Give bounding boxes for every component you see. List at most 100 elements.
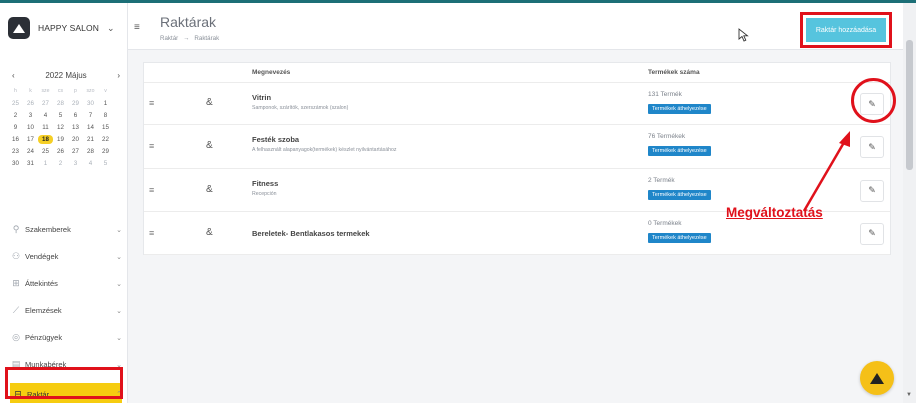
calendar-day[interactable]: 20 — [68, 135, 83, 144]
calendar-day[interactable]: 19 — [53, 135, 68, 144]
calendar-day[interactable]: 6 — [68, 111, 83, 120]
calendar-day[interactable]: 27 — [38, 99, 53, 108]
person-icon: ⚲ — [12, 224, 20, 234]
calendar-day-selected[interactable]: 18 — [38, 135, 53, 144]
calendar-day[interactable]: 22 — [98, 135, 113, 144]
product-count: 131 Termék — [648, 91, 682, 98]
calendar-day[interactable]: 30 — [8, 159, 23, 168]
coin-icon: ◎ — [12, 332, 20, 342]
calendar-grid: h k sze cs p szo v 25 26 27 28 29 30 1 2 3 4 5 6 7 8 9 10 11 12 1… — [8, 87, 124, 168]
sidebar-item-elemzések[interactable]: ⟋ Elemzések ⌄ — [10, 297, 122, 324]
calendar-day[interactable]: 11 — [38, 123, 53, 132]
warehouse-name: Festék szoba — [252, 135, 300, 144]
calendar-day[interactable]: 17 — [23, 135, 38, 144]
calendar-day[interactable]: 1 — [38, 159, 53, 168]
edit-button[interactable]: ✎ — [860, 179, 884, 202]
calendar-day[interactable]: 10 — [23, 123, 38, 132]
weekday-label: sze — [41, 88, 50, 94]
drag-handle-icon[interactable]: ≡ — [149, 228, 154, 238]
calendar-day[interactable]: 12 — [53, 123, 68, 132]
warehouse-table: Megnevezés Termékek száma ≡ & Vitrin Sampon… — [143, 62, 891, 255]
calendar-day[interactable]: 13 — [68, 123, 83, 132]
product-count: 76 Termékek — [648, 133, 686, 140]
sidebar-item-label: Vendégek — [25, 252, 59, 261]
calendar-day[interactable]: 29 — [98, 147, 113, 156]
sidebar-item-áttekintés[interactable]: ⊞ Áttekintés ⌄ — [10, 270, 122, 297]
page-header: ≡ Raktárak Raktár → Raktárak Raktár hozzáa… — [128, 3, 903, 50]
table-header: Megnevezés Termékek száma — [144, 63, 890, 83]
sidebar-item-label: Elemzések — [25, 306, 62, 315]
chart-icon: ⟋ — [12, 305, 20, 315]
breadcrumb-raktar[interactable]: Raktár — [160, 35, 178, 42]
move-products-button[interactable]: Termékek áthelyezése — [648, 233, 711, 243]
calendar-day[interactable]: 1 — [98, 99, 113, 108]
calendar-day[interactable]: 30 — [83, 99, 98, 108]
calendar-day[interactable]: 28 — [53, 99, 68, 108]
calendar-day[interactable]: 24 — [23, 147, 38, 156]
calendar-day[interactable]: 3 — [68, 159, 83, 168]
menu-toggle-icon[interactable]: ≡ — [134, 22, 140, 33]
sidebar-item-szakemberek[interactable]: ⚲ Szakemberek ⌄ — [10, 216, 122, 243]
chevron-down-icon: ⌄ — [106, 22, 115, 33]
calendar-day[interactable]: 31 — [23, 159, 38, 168]
annotation-label: Megváltoztatás — [726, 205, 823, 220]
mini-calendar: ‹ 2022 Május › h k sze cs p szo v 25 26 27 28 29 30 1… — [8, 69, 124, 168]
move-products-button[interactable]: Termékek áthelyezése — [648, 190, 711, 200]
edit-button[interactable]: ✎ — [860, 222, 884, 245]
annotation-arrow — [802, 131, 850, 212]
chevron-down-icon: ⌄ — [116, 334, 122, 342]
calendar-day[interactable]: 25 — [8, 99, 23, 108]
calendar-day[interactable]: 21 — [83, 135, 98, 144]
calendar-day[interactable]: 29 — [68, 99, 83, 108]
breadcrumb-raktarak: Raktárak — [194, 35, 220, 42]
link-icon: & — [206, 97, 213, 108]
sidebar-item-vendégek[interactable]: ⚇ Vendégek ⌄ — [10, 243, 122, 270]
calendar-day[interactable]: 9 — [8, 123, 23, 132]
chevron-down-icon: ⌄ — [116, 253, 122, 261]
calendar-day[interactable]: 27 — [68, 147, 83, 156]
calendar-day[interactable]: 14 — [83, 123, 98, 132]
calendar-day[interactable]: 2 — [8, 111, 23, 120]
calendar-day[interactable]: 23 — [8, 147, 23, 156]
prev-month-button[interactable]: ‹ — [12, 71, 15, 80]
calendar-day[interactable]: 7 — [83, 111, 98, 120]
drag-handle-icon[interactable]: ≡ — [149, 185, 154, 195]
link-icon: & — [206, 226, 213, 238]
brand-switcher[interactable]: HAPPY SALON ⌄ — [8, 17, 126, 39]
weekday-label: szo — [86, 88, 95, 94]
calendar-day[interactable]: 26 — [53, 147, 68, 156]
column-header-count: Termékek száma — [648, 69, 700, 76]
calendar-day[interactable]: 5 — [98, 159, 113, 168]
scrollbar-thumb[interactable] — [906, 40, 913, 170]
calendar-day[interactable]: 4 — [38, 111, 53, 120]
calendar-day[interactable]: 28 — [83, 147, 98, 156]
users-icon: ⚇ — [11, 251, 21, 261]
calendar-day[interactable]: 26 — [23, 99, 38, 108]
calendar-day[interactable]: 2 — [53, 159, 68, 168]
pencil-icon: ✎ — [868, 185, 876, 195]
add-warehouse-button[interactable]: Raktár hozzáadása — [806, 18, 886, 42]
drag-handle-icon[interactable]: ≡ — [149, 98, 154, 108]
move-products-button[interactable]: Termékek áthelyezése — [648, 146, 711, 156]
calendar-day[interactable]: 4 — [83, 159, 98, 168]
calendar-day[interactable]: 8 — [98, 111, 113, 120]
calendar-day[interactable]: 5 — [53, 111, 68, 120]
scroll-down-icon[interactable]: ▼ — [906, 392, 912, 398]
column-header-name: Megnevezés — [252, 69, 291, 76]
move-products-button[interactable]: Termékek áthelyezése — [648, 104, 711, 114]
product-count: 2 Termék — [648, 177, 675, 184]
weekday-label: cs — [57, 88, 64, 94]
grid-icon: ⊞ — [12, 278, 20, 288]
link-icon: & — [206, 140, 213, 151]
drag-handle-icon[interactable]: ≡ — [149, 141, 154, 151]
sidebar-item-pénzügyek[interactable]: ◎ Pénzügyek ⌄ — [10, 324, 122, 351]
help-fab-button[interactable] — [860, 361, 894, 395]
calendar-day[interactable]: 15 — [98, 123, 113, 132]
next-month-button[interactable]: › — [117, 71, 120, 80]
calendar-day[interactable]: 3 — [23, 111, 38, 120]
calendar-day[interactable]: 16 — [8, 135, 23, 144]
edit-button[interactable]: ✎ — [860, 136, 884, 158]
warehouse-description: A felhasznált alapanyagok(termékek) kész… — [252, 147, 397, 153]
table-row: ≡ & Festék szoba A felhasznált alapanyagok(… — [144, 125, 890, 169]
calendar-day[interactable]: 25 — [38, 147, 53, 156]
